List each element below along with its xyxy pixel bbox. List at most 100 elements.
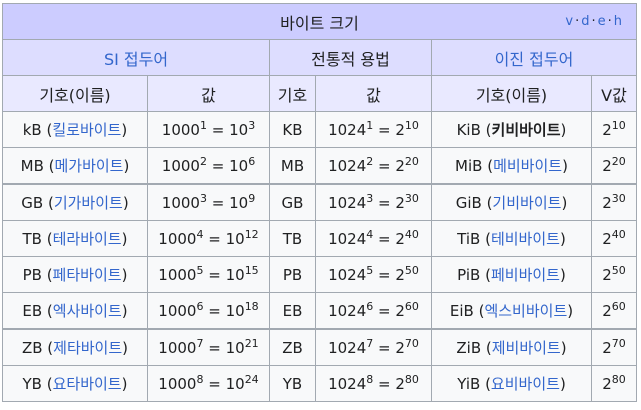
si-value-cell: 10001 = 103 xyxy=(147,111,270,148)
si-base: 1000 xyxy=(158,229,197,248)
si-equiv-exponent: 15 xyxy=(244,263,259,277)
bin-symbol: KiB xyxy=(456,121,481,139)
bin-name-link[interactable]: 기비바이트 xyxy=(492,194,561,212)
bin-name-current: 키비바이트 xyxy=(491,121,561,139)
trad-exponent: 7 xyxy=(366,336,374,350)
view-link[interactable]: v xyxy=(565,14,575,29)
table-row: ZB (제타바이트) 10007 = 1021 ZB 10247 = 270 ZiB (… xyxy=(2,328,637,366)
table-row: YB (요타바이트) 10008 = 1024 YB 10248 = 280 YiB (… xyxy=(2,365,637,402)
trad-equiv-base: 2 xyxy=(395,265,405,284)
trad-base: 1024 xyxy=(328,193,367,212)
bin-value-base: 2 xyxy=(602,229,612,248)
header-bin-symbol: 기호(이름) xyxy=(431,75,592,112)
group-si: SI 접두어 xyxy=(2,39,270,76)
si-name-link[interactable]: 요타바이트 xyxy=(53,375,122,393)
trad-symbol: GB xyxy=(269,183,316,221)
bin-name-link[interactable]: 요비바이트 xyxy=(491,375,560,393)
si-exponent: 7 xyxy=(196,336,204,350)
history-link[interactable]: h xyxy=(614,14,624,29)
table-row: TB (테라바이트) 10004 = 1012 TB 10244 = 240 TiB (… xyxy=(2,220,637,257)
si-base: 1000 xyxy=(161,156,200,175)
discuss-link[interactable]: d xyxy=(581,14,591,29)
bin-value-cell: 270 xyxy=(591,328,637,366)
si-base: 1000 xyxy=(158,374,197,393)
si-symbol: PB xyxy=(22,266,42,284)
si-equiv-exponent: 9 xyxy=(248,191,256,205)
trad-equiv-exponent: 20 xyxy=(404,154,419,168)
si-value-cell: 10007 = 1021 xyxy=(147,328,270,366)
trad-equiv-exponent: 80 xyxy=(404,372,419,386)
si-symbol-cell: EB (엑사바이트) xyxy=(2,292,148,330)
si-prefix-link[interactable]: SI 접두어 xyxy=(104,50,168,69)
si-name-link[interactable]: 페타바이트 xyxy=(53,266,122,284)
si-name-link[interactable]: 메가바이트 xyxy=(54,157,123,175)
bin-symbol: GiB xyxy=(455,194,482,212)
bin-name-link[interactable]: 제비바이트 xyxy=(492,339,561,357)
si-equiv-exponent: 6 xyxy=(248,154,256,168)
navbox-title: 바이트 크기 xyxy=(280,13,359,33)
si-symbol: EB xyxy=(22,302,43,320)
bin-symbol-cell: TiB (테비바이트) xyxy=(431,220,592,257)
si-name-link[interactable]: 킬로바이트 xyxy=(52,121,121,139)
bin-value-base: 2 xyxy=(602,374,612,393)
bin-symbol: MiB xyxy=(455,157,483,175)
edit-link[interactable]: e xyxy=(598,14,608,29)
bin-name-link[interactable]: 테비바이트 xyxy=(491,230,560,248)
si-equiv-base: 10 xyxy=(225,265,245,284)
bin-value-base: 2 xyxy=(602,338,612,357)
si-name-link[interactable]: 테라바이트 xyxy=(53,230,122,248)
trad-value-cell: 10243 = 230 xyxy=(315,183,432,221)
si-equiv-base: 10 xyxy=(225,301,245,320)
trad-exponent: 5 xyxy=(366,263,374,277)
trad-value-cell: 10246 = 260 xyxy=(315,292,432,330)
si-name-link[interactable]: 기가바이트 xyxy=(54,194,123,212)
si-value-cell: 10005 = 1015 xyxy=(147,256,270,293)
header-trad-value: 값 xyxy=(315,75,432,112)
si-base: 1000 xyxy=(161,120,200,139)
si-equiv-exponent: 18 xyxy=(244,299,259,313)
si-equiv-exponent: 12 xyxy=(244,227,259,241)
bin-name-link[interactable]: 메비바이트 xyxy=(493,157,562,175)
trad-value-cell: 10241 = 210 xyxy=(315,111,432,148)
trad-equiv-exponent: 30 xyxy=(404,191,419,205)
si-name-link[interactable]: 제타바이트 xyxy=(53,339,122,357)
header-si-symbol: 기호(이름) xyxy=(2,75,148,112)
si-equiv-base: 10 xyxy=(225,374,245,393)
si-symbol: GB xyxy=(21,194,44,212)
trad-base: 1024 xyxy=(328,120,367,139)
si-value-cell: 10002 = 106 xyxy=(147,147,270,185)
trad-exponent: 6 xyxy=(366,299,374,313)
bin-value-cell: 220 xyxy=(591,147,637,185)
si-equiv-exponent: 3 xyxy=(248,118,256,132)
binary-prefix-link[interactable]: 이진 접두어 xyxy=(495,50,574,69)
si-exponent: 8 xyxy=(196,372,204,386)
bin-name-link[interactable]: 엑스비바이트 xyxy=(484,302,567,320)
bin-symbol-cell: GiB (기비바이트) xyxy=(431,183,592,221)
si-exponent: 2 xyxy=(199,154,207,168)
si-symbol: ZB xyxy=(21,339,43,357)
si-equiv-base: 10 xyxy=(229,193,249,212)
trad-equiv-base: 2 xyxy=(395,156,405,175)
trad-symbol: PB xyxy=(269,256,316,293)
si-base: 1000 xyxy=(158,338,197,357)
si-symbol-cell: kB (킬로바이트) xyxy=(2,111,148,148)
si-name-link[interactable]: 엑사바이트 xyxy=(53,302,122,320)
si-equiv-exponent: 24 xyxy=(244,372,259,386)
si-exponent: 4 xyxy=(196,227,204,241)
bin-value-exponent: 60 xyxy=(611,299,626,313)
trad-symbol: EB xyxy=(269,292,316,330)
trad-exponent: 2 xyxy=(366,154,374,168)
bin-value-base: 2 xyxy=(602,193,612,212)
trad-value-cell: 10245 = 250 xyxy=(315,256,432,293)
trad-symbol: ZB xyxy=(269,328,316,366)
bin-name-link[interactable]: 페비바이트 xyxy=(491,266,560,284)
si-value-cell: 10003 = 109 xyxy=(147,183,270,221)
trad-symbol: MB xyxy=(269,147,316,185)
byte-size-navbox: 바이트 크기 v·d·e·h SI 접두어 전통적 용법 이진 접두어 기호(이… xyxy=(2,3,637,402)
si-base: 1000 xyxy=(158,265,197,284)
si-symbol: YB xyxy=(22,375,42,393)
trad-base: 1024 xyxy=(328,229,367,248)
trad-value-cell: 10242 = 220 xyxy=(315,147,432,185)
trad-exponent: 3 xyxy=(366,191,374,205)
si-symbol-cell: PB (페타바이트) xyxy=(2,256,148,293)
